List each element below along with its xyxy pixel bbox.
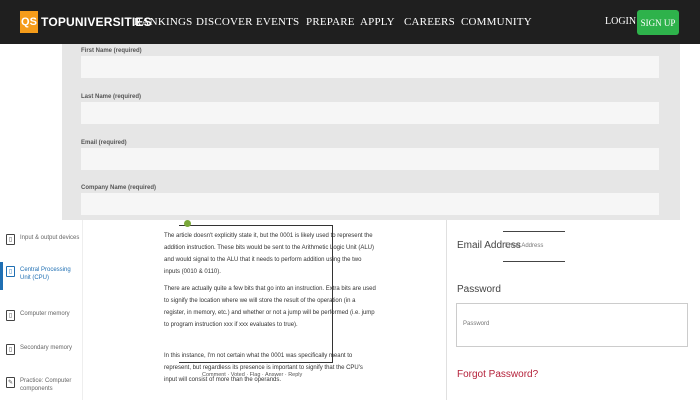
article-paragraph: There are actually quite a few bits that…	[164, 286, 376, 328]
email-underline	[503, 261, 565, 262]
sidebar-item-practice[interactable]: ✎ Practice: Computer components	[6, 377, 82, 393]
sidebar-item-label: Computer memory	[20, 311, 70, 317]
last-name-field[interactable]	[81, 102, 659, 124]
pin-icon	[184, 220, 191, 227]
sidebar-item-computer-memory[interactable]: ▯ Computer memory	[6, 310, 82, 321]
nav-events[interactable]: EVENTS	[256, 16, 299, 28]
nav-rankings[interactable]: RANKINGS	[134, 16, 192, 28]
nav-careers[interactable]: CAREERS	[404, 16, 455, 28]
forgot-password-link[interactable]: Forgot Password?	[457, 369, 538, 380]
nav-community[interactable]: COMMUNITY	[461, 16, 532, 28]
email-address-input[interactable]: Email Address	[505, 243, 543, 249]
login-link[interactable]: LOGIN	[605, 16, 636, 27]
nav-apply[interactable]: APPLY	[360, 16, 395, 28]
company-name-field[interactable]	[81, 193, 659, 215]
sidebar-item-input-output[interactable]: ▯ Input & output devices	[6, 234, 82, 245]
sidebar-item-label: Secondary memory	[20, 345, 73, 351]
password-label: Password	[457, 284, 501, 295]
sidebar-item-label: Central Processing Unit (CPU)	[20, 267, 71, 281]
page-icon: ▯	[6, 344, 15, 355]
password-input[interactable]	[456, 303, 688, 347]
comment-actions[interactable]: Comment · Voted · Flag · Answer · Reply	[202, 372, 302, 378]
sidebar-item-label: Practice: Computer components	[20, 378, 72, 392]
first-name-label: First Name (required)	[81, 48, 142, 54]
nav-discover[interactable]: DISCOVER	[196, 16, 253, 28]
sidebar-item-secondary-memory[interactable]: ▯ Secondary memory	[6, 344, 82, 355]
top-navigation-bar: QS TOPUNIVERSITIES RANKINGS DISCOVER EVE…	[0, 0, 700, 44]
last-name-label: Last Name (required)	[81, 94, 142, 100]
email-label-form: Email (required)	[81, 140, 127, 146]
pencil-icon: ✎	[6, 377, 15, 388]
sidebar-item-cpu[interactable]: ▯ Central Processing Unit (CPU)	[6, 266, 82, 282]
password-placeholder: Password	[463, 321, 490, 327]
first-name-field[interactable]	[81, 56, 659, 78]
page-icon: ▯	[6, 266, 15, 277]
page-icon: ▯	[6, 310, 15, 321]
article-paragraph: The article doesn't explicitly state it,…	[164, 233, 374, 275]
divider	[503, 231, 565, 232]
nav-prepare[interactable]: PREPARE	[306, 16, 355, 28]
site-logo[interactable]: QS TOPUNIVERSITIES	[20, 11, 152, 33]
company-name-label: Company Name (required)	[81, 185, 157, 191]
page-icon: ▯	[6, 234, 15, 245]
signup-button[interactable]: SIGN UP	[637, 10, 679, 35]
active-indicator	[0, 262, 3, 290]
sidebar-item-label: Input & output devices	[20, 235, 80, 241]
signup-form-panel: First Name (required) Last Name (require…	[62, 44, 680, 220]
email-field[interactable]	[81, 148, 659, 170]
logo-mark: QS	[20, 11, 38, 33]
article-paragraph: In this instance, I'm not certain what t…	[164, 353, 363, 383]
